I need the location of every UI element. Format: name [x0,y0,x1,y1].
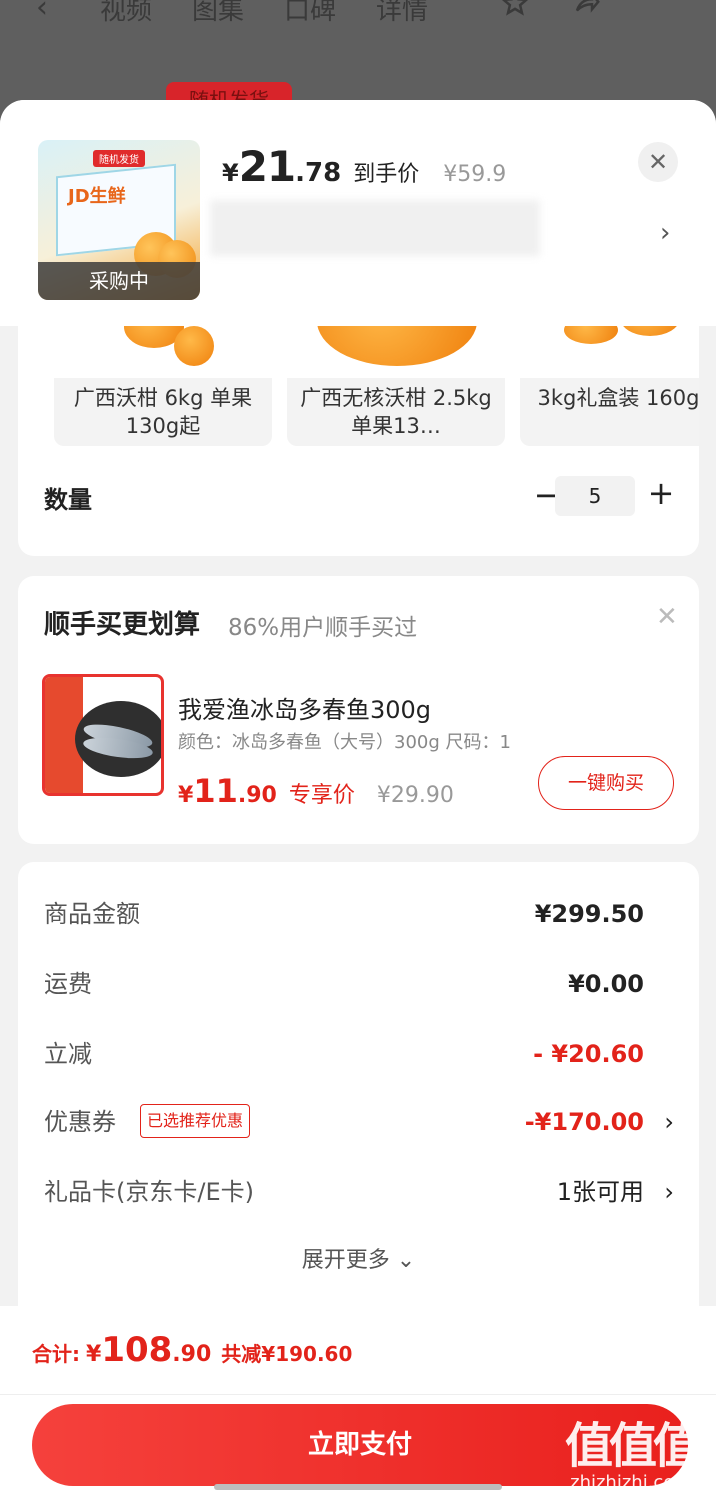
blurred-content [210,200,540,256]
watermark: 值值值 zhizhizhi.com [556,1406,706,1492]
purchase-sheet: 随机发货 JD生鲜 采购中 ¥ 21 .78 到手价 ¥59.9 ✕ › 广西沃… [0,100,716,1492]
total-currency: ¥ [86,1342,102,1367]
addon-product-image[interactable] [42,674,164,796]
checkout-bar: 合计: ¥ 108 .90 共减¥190.60 立即支付 值值值 zhizhiz… [0,1306,716,1492]
total-saved: 共减¥190.60 [221,1342,353,1366]
addon-price-label: 专享价 [288,783,355,808]
orange-image [620,326,680,336]
watermark-logo: 值值值 [564,1418,701,1474]
addon-title: 顺手买更划算 [44,610,201,640]
share-icon [575,0,600,13]
order-summary-card: 商品金额 ¥299.50 运费 ¥0.00 立减 - ¥20.60 优惠券 已选… [18,862,699,1332]
total-decimal: .90 [172,1342,212,1367]
watermark-url: zhizhizhi.com [570,1472,692,1492]
addon-product-name[interactable]: 我爱渔冰岛多春鱼300g [178,690,431,725]
addon-price-integer: 11 [193,772,238,810]
close-icon[interactable]: ✕ [638,142,678,182]
orange-image [174,326,214,366]
quantity-input[interactable]: 5 [555,476,635,516]
background-nav: ‹ 视频 图集 口碑 详情 [0,0,716,30]
variant-option[interactable]: 广西沃柑 6kg 单果130g起 [54,326,272,446]
summary-value: -¥170.00 [524,1108,644,1136]
summary-row-shipping: 运费 ¥0.00 [44,964,674,1004]
quantity-label: 数量 [44,486,92,514]
total-integer: 108 [101,1330,173,1370]
chevron-right-icon: › [664,1178,674,1206]
variant-image [54,326,272,378]
purchase-status: 采购中 [38,262,200,300]
price-currency: ¥ [222,159,239,187]
original-price: ¥59.9 [443,162,507,187]
summary-label: 运费 [44,970,92,998]
bg-tab-video: 视频 [100,0,153,26]
orange-image [564,326,618,344]
variant-name: 广西沃柑 6kg 单果130g起 [73,386,253,438]
bg-tab-gallery: 图集 [192,0,245,26]
brand-logo: JD生鲜 [68,186,126,207]
back-icon: ‹ [36,0,48,25]
total-label: 合计: [32,1342,80,1366]
coupon-tag: 已选推荐优惠 [140,1104,251,1138]
addon-subtitle: 86%用户顺手买过 [228,615,418,641]
variant-name: 3kg礼盒装 160g起 [537,386,699,410]
summary-row-gift-card[interactable]: 礼品卡(京东卡/E卡) 1张可用 › [44,1172,674,1212]
summary-label: 商品金额 [44,900,140,928]
chevron-right-icon: › [664,1108,674,1136]
price-label: 到手价 [353,162,420,187]
close-icon[interactable]: ✕ [656,602,678,632]
quantity-increase-button[interactable]: + [646,474,676,512]
variant-option[interactable]: 广西无核沃柑 2.5kg 单果13… [287,326,505,446]
product-thumbnail[interactable]: 随机发货 JD生鲜 采购中 [38,140,200,300]
price-decimal: .78 [295,158,342,188]
bg-tab-details: 详情 [376,0,429,26]
summary-value: ¥299.50 [534,900,644,928]
home-indicator[interactable] [214,1484,502,1490]
price-integer: 21 [238,142,296,191]
summary-value: 1张可用 [556,1178,644,1206]
addon-original-price: ¥29.90 [376,783,454,808]
expand-more-button[interactable]: 展开更多 ⌄ [18,1242,699,1274]
variant-name: 广西无核沃柑 2.5kg 单果13… [300,386,492,438]
summary-label: 优惠券 [44,1108,116,1136]
addon-card: 顺手买更划算 86%用户顺手买过 ✕ 我爱渔冰岛多春鱼300g 颜色：冰岛多春鱼… [18,576,699,844]
addon-price-currency: ¥ [178,783,194,808]
summary-value: ¥0.00 [568,970,644,998]
summary-label: 礼品卡(京东卡/E卡) [44,1178,254,1206]
variant-image [520,326,699,378]
variants-card: 广西沃柑 6kg 单果130g起 广西无核沃柑 2.5kg 单果13… 3kg礼… [18,326,699,556]
bg-tab-reviews: 口碑 [284,0,337,26]
summary-value: - ¥20.60 [533,1040,644,1068]
chevron-right-icon[interactable]: › [660,218,670,248]
orange-image [317,326,477,366]
summary-row-subtotal: 商品金额 ¥299.50 [44,894,674,934]
one-click-buy-button[interactable]: 一键购买 [538,756,674,810]
price-row: ¥ 21 .78 到手价 ¥59.9 [222,142,506,191]
addon-product-spec: 颜色：冰岛多春鱼（大号）300g 尺码：1 [178,732,511,753]
summary-label: 立减 [44,1040,92,1068]
total-row: 合计: ¥ 108 .90 共减¥190.60 [32,1330,352,1370]
summary-row-discount: 立减 - ¥20.60 [44,1034,674,1074]
background-tabs: 视频 图集 口碑 详情 [100,0,428,27]
sheet-header: 随机发货 JD生鲜 采购中 ¥ 21 .78 到手价 ¥59.9 ✕ › [0,100,716,326]
addon-price-decimal: .90 [237,783,277,808]
star-icon [501,0,529,16]
thumbnail-tag: 随机发货 [93,150,145,167]
summary-row-coupon[interactable]: 优惠券 已选推荐优惠 -¥170.00 › [44,1102,674,1142]
addon-price-row: ¥ 11 .90 专享价 ¥29.90 [178,772,454,810]
variant-image [287,326,505,378]
divider [0,1394,716,1395]
variant-option[interactable]: 3kg礼盒装 160g起 [520,326,699,446]
